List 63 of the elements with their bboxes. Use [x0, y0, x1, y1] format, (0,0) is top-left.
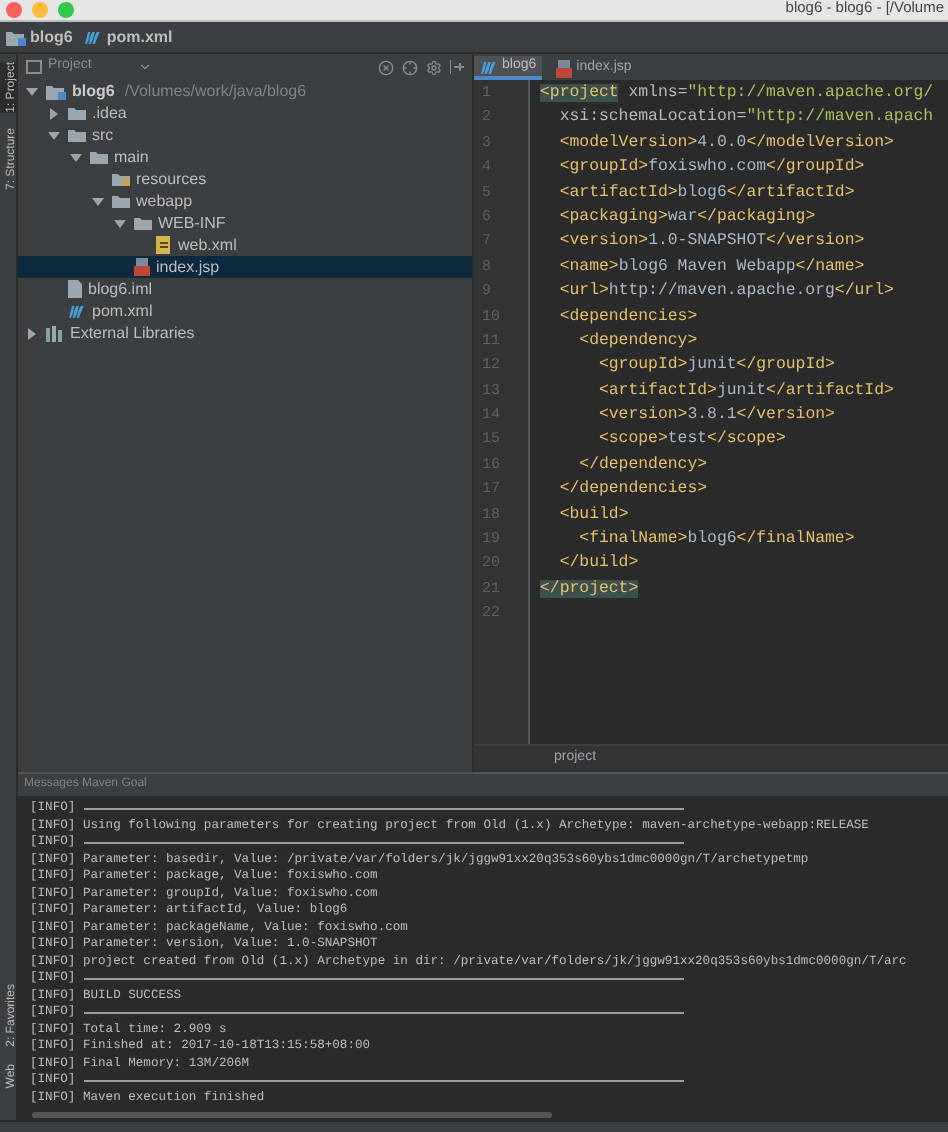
tree-item[interactable]: src [18, 124, 472, 146]
code-line: <build> [557, 503, 631, 528]
code-line: <dependency> [577, 329, 700, 354]
code-line: </build> [557, 552, 641, 577]
code-line: <version>1.0-SNAPSHOT</version> [557, 230, 867, 255]
expanded-arrow-icon[interactable] [92, 195, 104, 207]
tree-item[interactable]: index.jsp [18, 256, 472, 278]
tree-item[interactable]: pom.xml [18, 300, 472, 322]
code-line: <modelVersion>4.0.0</modelVersion> [557, 131, 896, 156]
maven-icon [68, 304, 86, 318]
code-line: <url>http://maven.apache.org</url> [557, 280, 896, 305]
jsp-file-icon [134, 258, 150, 276]
xml-file-icon [156, 236, 172, 254]
tree-item[interactable]: webapp [18, 190, 472, 212]
maven-icon [480, 59, 498, 73]
collapse-icon[interactable] [378, 59, 394, 75]
code-line: </dependencies> [557, 478, 710, 503]
scrollbar[interactable] [32, 1111, 552, 1117]
jsp-file-icon [556, 59, 573, 77]
code-line: <scope>test</scope> [596, 428, 788, 453]
code-line: <artifactId>blog6</artifactId> [557, 181, 857, 206]
module-folder-icon [46, 83, 66, 99]
code-line: <artifactId>junit</artifactId> [596, 379, 896, 404]
code-line: <packaging>war</packaging> [557, 205, 818, 230]
module-file-icon [68, 280, 82, 298]
code-line: <dependencies> [557, 305, 700, 330]
libraries-icon [46, 325, 64, 341]
code-line: <finalName>blog6</finalName> [577, 528, 857, 553]
expanded-arrow-icon[interactable] [114, 217, 126, 229]
code-line: <project xmlns="http://maven.apache.org/ [540, 82, 936, 106]
code-line: xsi:schemaLocation="http://maven.apach [557, 106, 936, 131]
module-folder-icon [6, 29, 26, 45]
caret-icon [137, 60, 152, 74]
tree-item[interactable]: WEB-INF [18, 212, 472, 234]
settings-icon[interactable] [426, 59, 442, 75]
tree-item[interactable]: web.xml [18, 234, 472, 256]
maven-icon [84, 30, 103, 44]
tree-item[interactable]: blog6 /Volumes/work/java/blog6 [18, 80, 472, 102]
hide-panel-icon[interactable] [450, 60, 464, 74]
breadcrumb-item[interactable]: pom.xml [84, 25, 173, 49]
expanded-arrow-icon[interactable] [48, 129, 60, 141]
collapsed-arrow-icon[interactable] [26, 327, 38, 339]
code-line: </dependency> [577, 453, 710, 478]
panel-icon [26, 60, 42, 74]
tree-item[interactable]: blog6.iml [18, 278, 472, 300]
tree-item[interactable]: resources [18, 168, 472, 190]
close-window-button[interactable] [6, 2, 22, 18]
path-text: /Volumes/work/java/blog6 [124, 79, 307, 103]
tree-item[interactable]: main [18, 146, 472, 168]
code-line: <groupId>foxiswho.com</groupId> [557, 156, 867, 181]
code-line: <name>blog6 Maven Webapp</name> [557, 255, 867, 280]
breadcrumb-item[interactable]: blog6 [6, 25, 73, 49]
zoom-window-button[interactable] [58, 2, 74, 18]
crosshair-icon[interactable] [402, 59, 418, 75]
resources-folder-icon [112, 172, 130, 186]
code-line: <groupId>junit</groupId> [596, 354, 837, 379]
collapsed-arrow-icon[interactable] [48, 107, 60, 119]
code-line: <version>3.8.1</version> [596, 404, 837, 429]
tree-item[interactable]: .idea [18, 102, 472, 124]
tree-item[interactable]: External Libraries [18, 322, 472, 344]
code-line: </project> [540, 577, 641, 602]
expanded-arrow-icon[interactable] [26, 85, 38, 97]
expanded-arrow-icon[interactable] [70, 151, 82, 163]
